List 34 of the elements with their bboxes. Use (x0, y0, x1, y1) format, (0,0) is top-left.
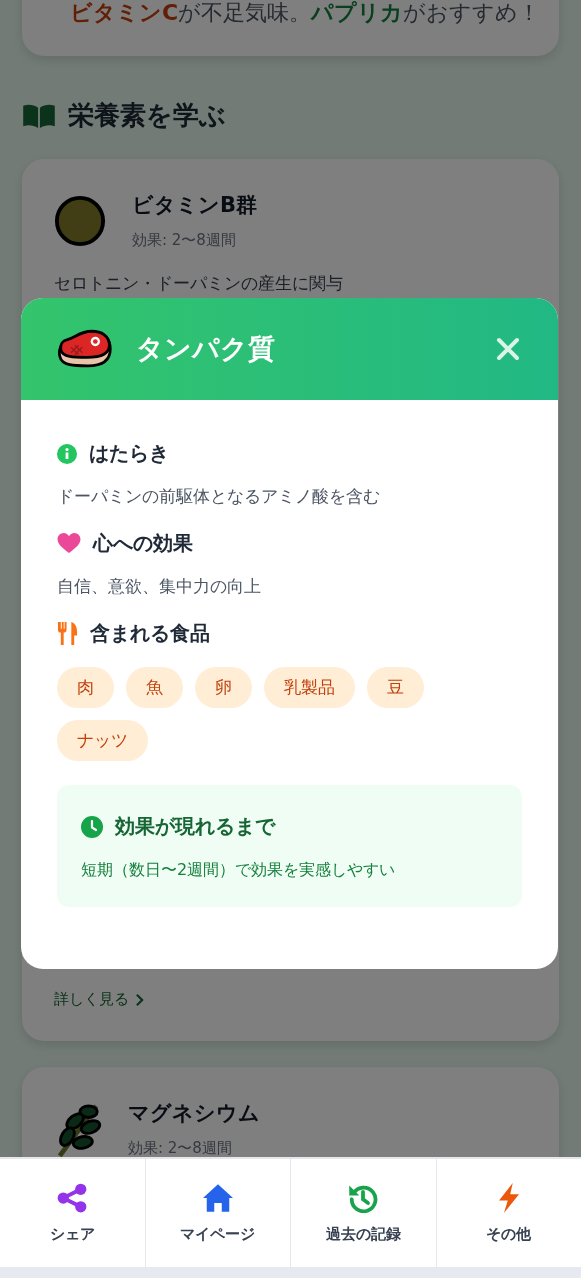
section-heading: はたらき (89, 440, 169, 467)
close-icon (496, 337, 520, 361)
details-link[interactable]: 詳しく見る (54, 990, 144, 1009)
section-heading: 含まれる食品 (90, 620, 210, 647)
clock-icon (81, 815, 103, 838)
steak-icon (58, 328, 114, 370)
close-button[interactable] (494, 335, 522, 363)
section-text: 自信、意欲、集中力の向上 (57, 575, 262, 598)
chevron-right-icon (135, 992, 144, 1007)
food-tag: ナッツ (57, 720, 148, 761)
timing-heading: 効果が現れるまで (115, 813, 275, 840)
effect-duration: 効果: 2〜8週間 (128, 1139, 233, 1158)
food-tag: 肉 (57, 667, 114, 708)
book-icon (22, 102, 56, 129)
home-icon (202, 1182, 233, 1213)
section-title: 栄養素を学ぶ (68, 99, 226, 132)
nutrient-description: セロトニン・ドーパミンの産生に関与 (54, 272, 344, 295)
food-tag: 豆 (367, 667, 424, 708)
food-tag: 乳製品 (264, 667, 355, 708)
tip-text: ビタミンCが不足気味。パプリカ がおすすめ！ (70, 0, 541, 27)
food-tag: 卵 (195, 667, 252, 708)
share-icon (57, 1182, 88, 1213)
section-heading: 心への効果 (93, 530, 193, 557)
nutrient-name: マグネシウム (128, 1100, 260, 1127)
fork-knife-icon (57, 622, 78, 645)
info-icon (57, 443, 77, 464)
section-text: ドーパミンの前駆体となるアミノ酸を含む (57, 485, 381, 508)
nutrient-name: ビタミンB群 (132, 192, 257, 219)
food-tag: 魚 (126, 667, 183, 708)
heart-icon (57, 533, 81, 554)
modal-title: タンパク質 (136, 332, 276, 366)
circle-icon (54, 194, 106, 247)
timing-text: 短期（数日〜2週間）で効果を実感しやすい (81, 860, 397, 881)
effect-duration: 効果: 2〜8週間 (132, 231, 237, 250)
